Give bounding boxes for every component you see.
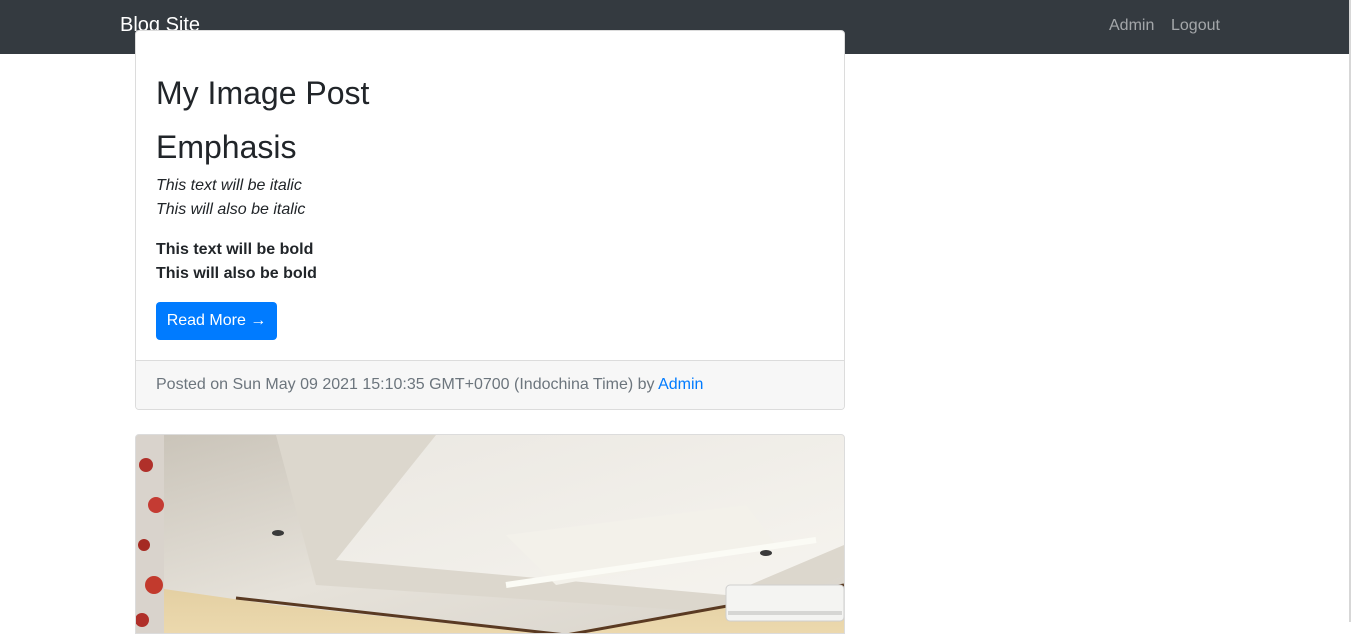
post-heading: Emphasis bbox=[156, 129, 297, 165]
image-post-card bbox=[135, 434, 845, 634]
author-link[interactable]: Admin bbox=[658, 376, 703, 393]
nav-link-admin[interactable]: Admin bbox=[1109, 17, 1154, 35]
post-title: My Image Post bbox=[156, 75, 370, 111]
italic-line: This text will be italic bbox=[156, 177, 302, 194]
post-card: My Image Post Emphasis This text will be… bbox=[135, 30, 845, 410]
post-meta: Posted on Sun May 09 2021 15:10:35 GMT+0… bbox=[156, 376, 703, 394]
post-footer: Posted on Sun May 09 2021 15:10:35 GMT+0… bbox=[136, 360, 844, 409]
bold-line: This will also be bold bbox=[156, 265, 317, 282]
italic-line: This will also be italic bbox=[156, 201, 306, 218]
post-image[interactable] bbox=[136, 435, 844, 634]
read-more-button[interactable]: Read More → bbox=[156, 302, 277, 340]
nav-link-logout[interactable]: Logout bbox=[1171, 17, 1220, 35]
posted-on-text: Posted on Sun May 09 2021 15:10:35 GMT+0… bbox=[156, 376, 659, 393]
bold-line: This text will be bold bbox=[156, 241, 314, 258]
